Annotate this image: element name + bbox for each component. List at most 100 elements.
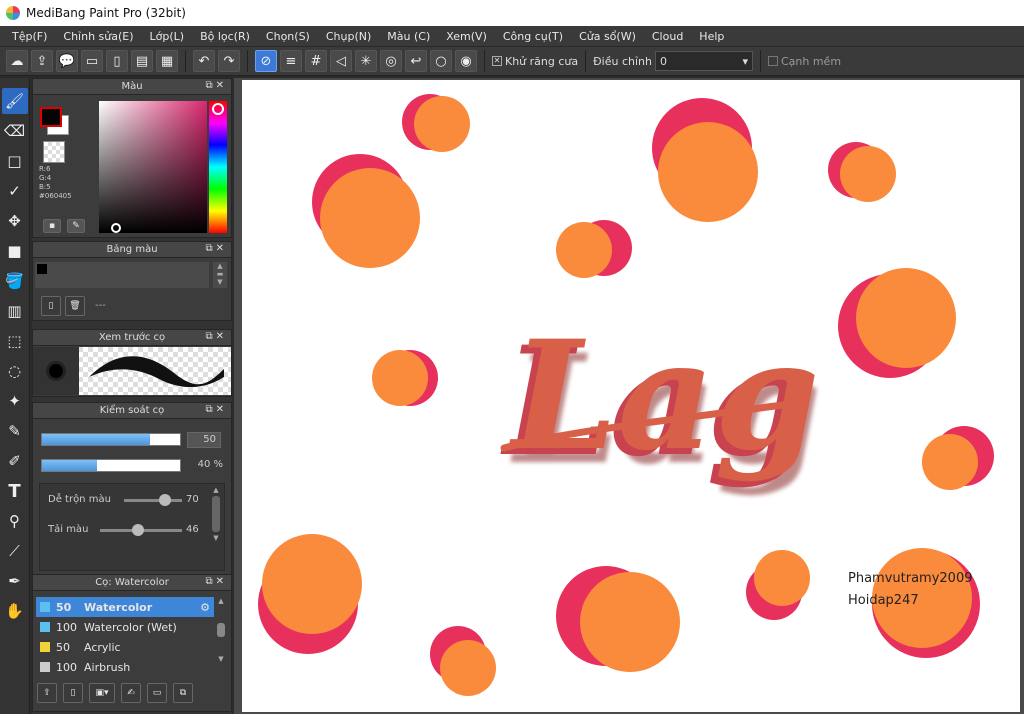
orange-dot: [922, 434, 978, 490]
snap-off-icon[interactable]: ⊘: [255, 50, 277, 72]
panel-popout-close-icon[interactable]: ⧉✕: [205, 576, 227, 587]
eyedropper-small-icon[interactable]: ✎: [67, 219, 85, 233]
palette-scrollbar[interactable]: ▲ ▬ ▼: [213, 262, 227, 288]
brush-opacity-slider[interactable]: [41, 459, 181, 472]
eraser-tool-icon[interactable]: ⌫: [2, 118, 28, 144]
menu-help[interactable]: Help: [691, 30, 732, 43]
color-mode-button[interactable]: ▪: [43, 219, 61, 233]
brush-item-acrylic[interactable]: 50 Acrylic: [36, 637, 214, 657]
brush-item-airbrush[interactable]: 100 Airbrush: [36, 657, 214, 677]
panel-popout-close-icon[interactable]: ⧉✕: [205, 404, 227, 415]
panel-layout-icon[interactable]: ▤: [131, 50, 153, 72]
cloud-icon[interactable]: ☁: [6, 50, 28, 72]
mix-slider-track[interactable]: [124, 494, 182, 506]
orange-dot: [840, 146, 896, 202]
orange-dot: [440, 640, 496, 696]
menu-cloud[interactable]: Cloud: [644, 30, 691, 43]
brush-list-scrollbar[interactable]: ▲ ▼: [215, 597, 227, 677]
grid-layout-icon[interactable]: ▦: [156, 50, 178, 72]
saturation-value-picker[interactable]: [99, 101, 207, 233]
menu-capture[interactable]: Chụp(N): [318, 30, 379, 43]
circle-snap-icon[interactable]: ○: [430, 50, 452, 72]
palette-black-swatch[interactable]: [37, 264, 47, 274]
brush-item-watercolor-wet[interactable]: 100 Watercolor (Wet): [36, 617, 214, 637]
menu-tools[interactable]: Công cụ(T): [495, 30, 571, 43]
folder-icon[interactable]: ▭: [147, 683, 167, 703]
select-pen-icon[interactable]: ✓: [2, 178, 28, 204]
soft-edge-checkbox[interactable]: Cạnh mềm: [767, 55, 841, 68]
move-tool-icon[interactable]: ✥: [2, 208, 28, 234]
brush-color-swatch: [40, 642, 50, 652]
vanishing-point-icon[interactable]: ◁: [330, 50, 352, 72]
bucket-tool-icon[interactable]: 🪣: [2, 268, 28, 294]
operation-tool-icon[interactable]: ⚲: [2, 508, 28, 534]
magic-wand-icon[interactable]: ✦: [2, 388, 28, 414]
color-g-value: G:4: [39, 174, 52, 182]
page-icon[interactable]: ▯: [106, 50, 128, 72]
brush-item-watercolor[interactable]: 50 Watercolor ⚙: [36, 597, 214, 617]
lasso-tool-icon[interactable]: ◌: [2, 358, 28, 384]
palette-swatch-area[interactable]: [35, 262, 209, 288]
panel-popout-close-icon[interactable]: ⧉✕: [205, 331, 227, 342]
eyedropper-icon[interactable]: ✒: [2, 568, 28, 594]
drawing-canvas[interactable]: Lag Lag Lag Phamvutramy2009 Hoidap247: [242, 80, 1020, 712]
marquee-tool-icon[interactable]: ⬚: [2, 328, 28, 354]
brush-tip-preview: [33, 347, 79, 395]
dot-tool-icon[interactable]: □: [2, 148, 28, 174]
parallel-snap-icon[interactable]: ≡: [280, 50, 302, 72]
menu-view[interactable]: Xem(V): [438, 30, 495, 43]
menu-layer[interactable]: Lớp(L): [142, 30, 193, 43]
adjust-dropdown[interactable]: 0 ▾: [654, 51, 753, 71]
panel-popout-close-icon[interactable]: ⧉✕: [205, 80, 227, 91]
speech-bubble-icon[interactable]: ▭: [81, 50, 103, 72]
antialias-checkbox[interactable]: ✕ Khử răng cưa: [492, 55, 578, 68]
menu-select[interactable]: Chọn(S): [258, 30, 318, 43]
duplicate-brush-icon[interactable]: ⧉: [173, 683, 193, 703]
brush-color-swatch: [40, 602, 50, 612]
new-palette-icon[interactable]: ▯: [41, 296, 61, 316]
redo-icon[interactable]: ↷: [218, 50, 240, 72]
brush-image-icon[interactable]: ▣▾: [89, 683, 115, 703]
shape-fill-icon[interactable]: ■: [2, 238, 28, 264]
menu-color[interactable]: Màu (C): [379, 30, 438, 43]
menu-edit[interactable]: Chỉnh sửa(E): [55, 30, 141, 43]
undo-icon[interactable]: ↶: [193, 50, 215, 72]
gear-icon[interactable]: ⚙: [200, 601, 210, 614]
brush-upload-icon[interactable]: ⇧: [37, 683, 57, 703]
curve-snap-icon[interactable]: ↩: [405, 50, 427, 72]
mix-slider-handle-icon[interactable]: [158, 494, 171, 506]
concentric-snap-icon[interactable]: ◎: [380, 50, 402, 72]
comment-icon[interactable]: 💬: [56, 50, 78, 72]
panel-popout-close-icon[interactable]: ⧉✕: [205, 243, 227, 254]
window-title: MediBang Paint Pro (32bit): [26, 6, 186, 20]
load-slider-handle-icon[interactable]: [131, 524, 144, 536]
brush-opacity-value[interactable]: 40 %: [187, 459, 223, 470]
hand-tool-icon[interactable]: ✋: [2, 598, 28, 624]
transparent-swatch[interactable]: [43, 141, 65, 163]
params-scrollbar[interactable]: ▲ ▼: [210, 486, 222, 568]
ellipse-snap-icon[interactable]: ◉: [455, 50, 477, 72]
divide-tool-icon[interactable]: ⟋: [2, 538, 28, 564]
menu-file[interactable]: Tệp(F): [4, 30, 55, 43]
adjust-value: 0: [659, 54, 667, 68]
app-logo-icon: [6, 6, 20, 20]
signature-text: Phamvutramy2009 Hoidap247: [848, 568, 973, 612]
foreground-color-swatch[interactable]: [40, 107, 62, 127]
hue-slider[interactable]: [209, 101, 227, 233]
new-brush-icon[interactable]: ▯: [63, 683, 83, 703]
brush-tool-icon[interactable]: 🖌: [1, 88, 28, 114]
brush-size-value[interactable]: 50: [187, 432, 221, 448]
radial-snap-icon[interactable]: ✳: [355, 50, 377, 72]
brush-size-slider[interactable]: [41, 433, 181, 446]
menu-filter[interactable]: Bộ lọc(R): [192, 30, 258, 43]
menu-window[interactable]: Cửa sổ(W): [571, 30, 644, 43]
delete-palette-icon[interactable]: 🗑: [65, 296, 85, 316]
select-pen-icon-2[interactable]: ✎: [2, 418, 28, 444]
upload-icon[interactable]: ⇪: [31, 50, 53, 72]
crisscross-snap-icon[interactable]: #: [305, 50, 327, 72]
select-eraser-icon[interactable]: ✐: [2, 448, 28, 474]
brush-script-icon[interactable]: ✍: [121, 683, 141, 703]
load-slider-track[interactable]: [100, 524, 182, 536]
text-tool-icon[interactable]: T: [2, 478, 28, 504]
gradient-tool-icon[interactable]: ▥: [2, 298, 28, 324]
